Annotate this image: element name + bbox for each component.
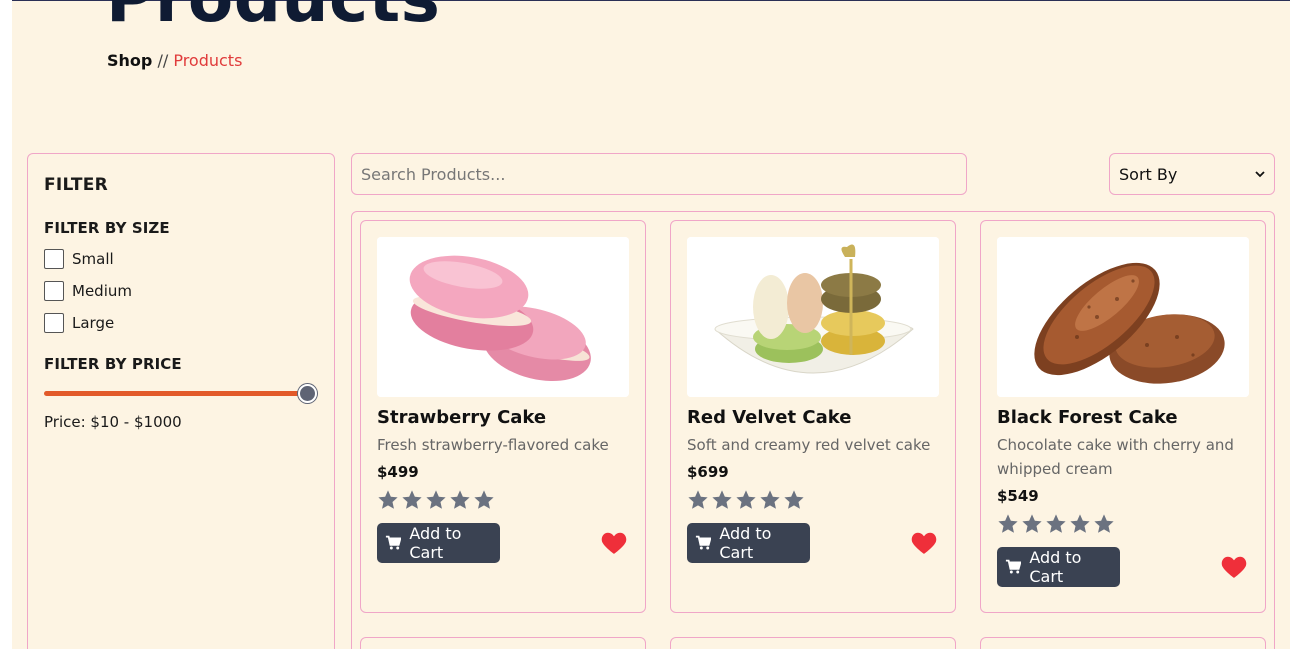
cart-icon xyxy=(1005,559,1022,574)
right-margin xyxy=(1290,0,1296,649)
filter-size-title: FILTER BY SIZE xyxy=(44,219,170,237)
product-card xyxy=(670,637,956,649)
star-icon xyxy=(1022,514,1042,533)
product-card xyxy=(360,637,646,649)
star-icon xyxy=(1046,514,1066,533)
star-icon xyxy=(474,490,494,509)
product-image-pink-macarons[interactable] xyxy=(377,237,629,397)
star-icon xyxy=(998,514,1018,533)
card-actions: Add to Cart xyxy=(997,547,1249,587)
size-small-checkbox[interactable] xyxy=(44,249,64,269)
size-medium-checkbox[interactable] xyxy=(44,281,64,301)
price-slider-track[interactable] xyxy=(44,391,306,396)
filter-title: FILTER xyxy=(44,175,109,195)
add-to-cart-label: Add to Cart xyxy=(719,524,772,562)
price-slider[interactable] xyxy=(44,383,317,403)
cart-icon xyxy=(385,535,402,550)
product-card: Red Velvet Cake Soft and creamy red velv… xyxy=(670,220,956,613)
product-description: Fresh strawberry-flavored cake xyxy=(377,436,609,454)
star-icon xyxy=(402,490,422,509)
rating-stars xyxy=(377,489,629,513)
add-to-cart-button[interactable]: Add to Cart xyxy=(997,547,1120,587)
breadcrumb-current: Products xyxy=(173,51,243,70)
product-price: $699 xyxy=(687,463,729,481)
cart-icon xyxy=(695,535,712,550)
star-icon xyxy=(688,490,708,509)
product-image-bread-loaves[interactable] xyxy=(997,237,1249,397)
heart-icon[interactable] xyxy=(911,531,937,555)
search-placeholder: Search Products... xyxy=(361,164,506,184)
heart-icon[interactable] xyxy=(1221,555,1247,579)
star-icon xyxy=(378,490,398,509)
breadcrumb-separator: // xyxy=(157,51,169,70)
product-image-macarons-bowl[interactable] xyxy=(687,237,939,397)
product-name[interactable]: Black Forest Cake xyxy=(997,407,1249,429)
product-card xyxy=(980,637,1266,649)
sort-select[interactable]: Sort By xyxy=(1109,153,1275,195)
product-name[interactable]: Red Velvet Cake xyxy=(687,407,939,429)
star-icon xyxy=(736,490,756,509)
size-option-large[interactable]: Large xyxy=(44,313,318,333)
breadcrumb: Shop // Products xyxy=(107,52,242,70)
size-option-medium[interactable]: Medium xyxy=(44,281,318,301)
product-description: Chocolate cake with cherry and whipped c… xyxy=(997,436,1234,478)
filter-sidebar: FILTER FILTER BY SIZE Small Medium Large… xyxy=(27,153,335,649)
product-price: $549 xyxy=(997,487,1039,505)
add-to-cart-label: Add to Cart xyxy=(409,524,462,562)
price-range-text: Price: $10 - $1000 xyxy=(44,413,182,431)
left-margin xyxy=(0,0,12,649)
star-icon xyxy=(1094,514,1114,533)
rating-stars xyxy=(687,489,939,513)
size-option-small[interactable]: Small xyxy=(44,249,318,269)
size-large-checkbox[interactable] xyxy=(44,313,64,333)
add-to-cart-label: Add to Cart xyxy=(1029,548,1082,586)
chevron-down-icon xyxy=(1255,168,1265,181)
star-icon xyxy=(760,490,780,509)
product-card: Strawberry Cake Fresh strawberry-flavore… xyxy=(360,220,646,613)
size-large-label: Large xyxy=(72,314,115,332)
search-input[interactable]: Search Products... xyxy=(351,153,967,195)
star-icon xyxy=(712,490,732,509)
size-medium-label: Medium xyxy=(72,282,132,300)
add-to-cart-button[interactable]: Add to Cart xyxy=(687,523,810,563)
star-icon xyxy=(426,490,446,509)
product-name[interactable]: Strawberry Cake xyxy=(377,407,629,429)
product-card: Black Forest Cake Chocolate cake with ch… xyxy=(980,220,1266,613)
heart-icon[interactable] xyxy=(601,531,627,555)
breadcrumb-shop-link[interactable]: Shop xyxy=(107,51,152,70)
product-description: Soft and creamy red velvet cake xyxy=(687,436,931,454)
filter-price-title: FILTER BY PRICE xyxy=(44,355,182,373)
sort-select-label: Sort By xyxy=(1119,164,1178,184)
price-slider-thumb[interactable] xyxy=(298,384,317,403)
product-price: $499 xyxy=(377,463,419,481)
star-icon xyxy=(450,490,470,509)
size-small-label: Small xyxy=(72,250,114,268)
card-actions: Add to Cart xyxy=(377,523,629,563)
card-actions: Add to Cart xyxy=(687,523,939,563)
star-icon xyxy=(1070,514,1090,533)
star-icon xyxy=(784,490,804,509)
rating-stars xyxy=(997,513,1249,537)
add-to-cart-button[interactable]: Add to Cart xyxy=(377,523,500,563)
page-title: Products xyxy=(106,0,440,32)
